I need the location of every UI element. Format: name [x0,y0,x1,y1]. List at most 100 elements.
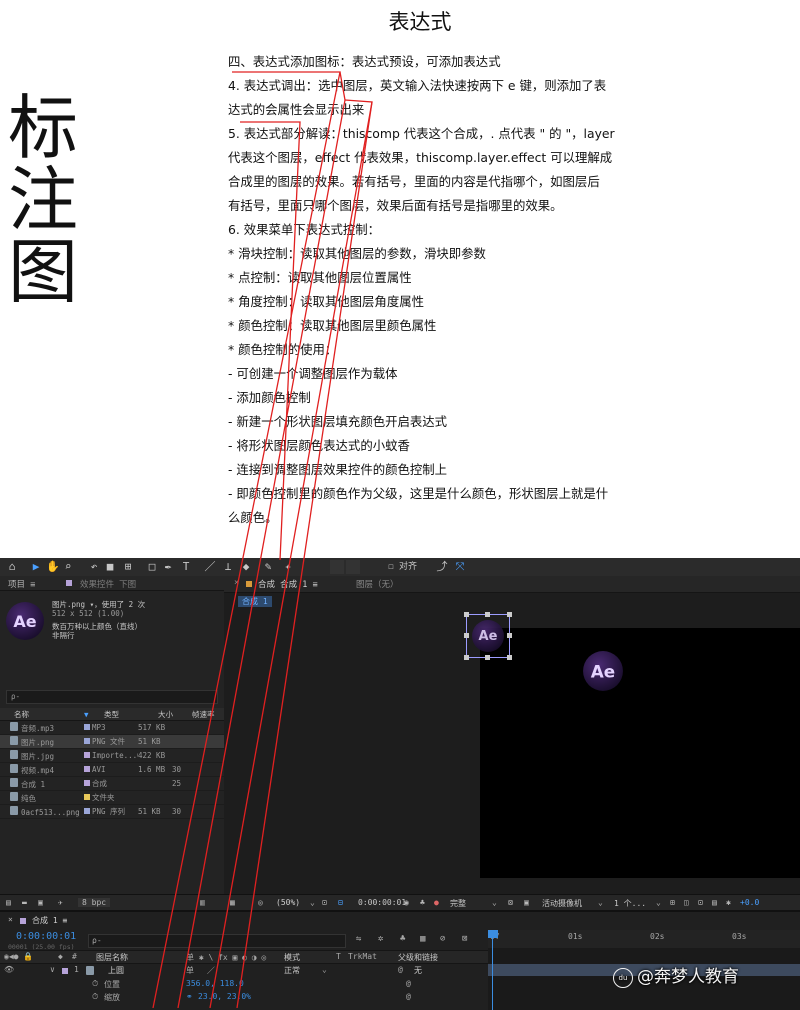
time-ruler[interactable]: 0f 01s 02s 03s [488,930,800,948]
col-name[interactable]: 名称 [0,709,84,720]
rectangle-tool-icon[interactable]: □ [146,560,158,574]
tab-timeline-comp[interactable]: 合成 1 ≡ [32,915,67,926]
pick-whip-icon[interactable]: @ [398,965,403,974]
label-color-swatch[interactable] [84,808,90,814]
extend-view-icon[interactable]: ⤧ [454,560,466,574]
always-preview-icon[interactable]: ▦ [230,898,235,907]
col-trkmat[interactable]: TrkMat [348,952,377,961]
col-size[interactable]: 大小 [158,709,192,720]
close-tab-icon[interactable]: × [8,915,13,924]
pan-behind-tool-icon[interactable]: ⊞ [122,560,134,574]
col-t[interactable]: T [336,952,341,961]
twirl-down-icon[interactable]: ∨ [50,965,55,974]
tab-effect-controls[interactable]: 效果控件 下图 [80,578,136,590]
brush-tool-icon[interactable]: ／ [204,560,216,574]
tool-option-icon[interactable]: ⤴ [436,560,448,574]
roto-brush-tool-icon[interactable]: ✎ [262,560,274,574]
layer-row[interactable]: 👁 ∨ 1 上圆 单 ／ 正常 ⌄ @ 无 [0,964,488,976]
chevron-down-icon[interactable]: ⌄ [656,898,661,907]
transform-handle[interactable] [485,655,490,660]
new-folder-icon[interactable]: ▬ [22,898,27,907]
motion-blur-icon[interactable]: ⊘ [440,934,445,944]
camera-tool-icon[interactable]: ■ [104,560,116,574]
type-tool-icon[interactable]: T [180,560,192,574]
comp-breadcrumb[interactable]: 合成 1 [238,596,272,607]
transform-handle[interactable] [507,655,512,660]
settings-icon[interactable]: ✱ [726,898,731,907]
chevron-down-icon[interactable]: ⌄ [310,898,315,907]
tab-composition[interactable]: 合成 合成 1 ≡ [258,578,318,590]
reset-exposure-icon[interactable]: ⊡ [698,898,703,907]
project-settings-icon[interactable]: ✈ [58,898,63,907]
transform-handle[interactable] [507,633,512,638]
layer-color-swatch[interactable] [62,968,68,974]
snapshot-icon[interactable]: ◉ [404,898,409,907]
bit-depth-button[interactable]: 8 bpc [78,898,111,907]
clone-stamp-tool-icon[interactable]: ⊥ [222,560,234,574]
home-icon[interactable]: ⌂ [6,560,18,574]
layer-switches[interactable]: 单 ／ [186,965,215,976]
link-icon[interactable]: ⚭ [186,992,193,1001]
channel-icon[interactable]: ● [434,898,439,907]
selection-tool-icon[interactable]: ▶ [30,560,42,574]
composition-canvas[interactable]: Ae [480,628,800,878]
col-mode[interactable]: 模式 [284,952,300,963]
vr-icon[interactable]: ◎ [258,898,263,907]
region-of-interest-icon[interactable]: ⊟ [338,898,343,907]
chevron-down-icon[interactable]: ⌄ [598,898,603,907]
project-item-row[interactable]: 图片.jpg Importe...G 422 KB [0,749,224,763]
transform-handle[interactable] [464,655,469,660]
exposure-value[interactable]: +0.0 [740,898,759,907]
tab-layer[interactable]: 图层（无） [356,578,399,590]
scale-value[interactable]: 23.0, 23.0% [198,992,251,1001]
frame-blend-icon[interactable]: ▦ [420,934,425,944]
timeline-toggle-icon[interactable]: ▤ [712,898,717,907]
project-search-input[interactable]: ρ- [6,690,218,704]
label-color-swatch[interactable] [84,780,90,786]
project-item-row[interactable]: 纯色 文件夹 [0,791,224,805]
comp-mini-flowchart-icon[interactable]: ⇋ [356,934,361,944]
chevron-down-icon[interactable]: ⌄ [322,965,327,974]
col-layer-name[interactable]: 图层名称 [96,952,128,963]
layer-name[interactable]: 上圆 [108,965,124,976]
parent-select[interactable]: 无 [414,965,422,976]
position-value[interactable]: 356.0, 118.0 [186,979,244,988]
project-item-row[interactable]: 图片.png PNG 文件 51 KB [0,735,224,749]
tab-project[interactable]: 项目 ≡ [8,578,35,590]
zoom-select[interactable]: (50%) [276,898,300,907]
snapping-toggle-icon[interactable] [330,560,344,574]
resolution-icon[interactable]: ⊡ [322,898,327,907]
eraser-tool-icon[interactable]: ◆ [240,560,252,574]
quality-select[interactable]: 完整 [450,898,466,909]
views-select[interactable]: 1 个... [614,898,646,909]
project-item-row[interactable]: 合成 1 合成 25 [0,777,224,791]
sort-arrow-icon[interactable]: ▼ [84,710,104,719]
preview-toggle-icon[interactable]: ◫ [684,898,689,907]
col-parent[interactable]: 父级和链接 [398,952,438,963]
snapping-option-icon[interactable] [346,560,360,574]
close-tab-icon[interactable]: × [234,578,239,588]
col-switches[interactable]: 单 ✱ \ fx ▣ ◐ ◑ ◎ [186,952,266,963]
rotate-tool-icon[interactable]: ↶ [88,560,100,574]
transform-handle[interactable] [464,633,469,638]
col-type[interactable]: 类型 [104,709,158,720]
col-fps[interactable]: 帧速率 [192,709,224,720]
label-color-swatch[interactable] [84,794,90,800]
label-color-swatch[interactable] [84,724,90,730]
timeline-search-input[interactable]: ρ- [88,934,346,948]
puppet-pin-tool-icon[interactable]: ✦ [282,560,294,574]
zoom-tool-icon[interactable]: ⌕ [62,560,74,574]
label-color-swatch[interactable] [84,766,90,772]
new-comp-icon[interactable]: ▣ [38,898,43,907]
label-color-swatch[interactable] [84,752,90,758]
label-color-swatch[interactable] [84,738,90,744]
timeline-timecode[interactable]: 0:00:00:01 [16,931,76,942]
transform-handle[interactable] [485,612,490,617]
layout-icon[interactable]: ⊞ [670,898,675,907]
stopwatch-icon[interactable]: ⏱ [92,992,98,1002]
hand-tool-icon[interactable]: ✋ [46,560,60,574]
camera-select[interactable]: 活动摄像机 [542,898,582,909]
project-item-row[interactable]: 视频.mp4 AVI 1.6 MB 30 [0,763,224,777]
chevron-down-icon[interactable]: ⌄ [492,898,497,907]
pick-whip-icon[interactable]: @ [406,992,411,1001]
